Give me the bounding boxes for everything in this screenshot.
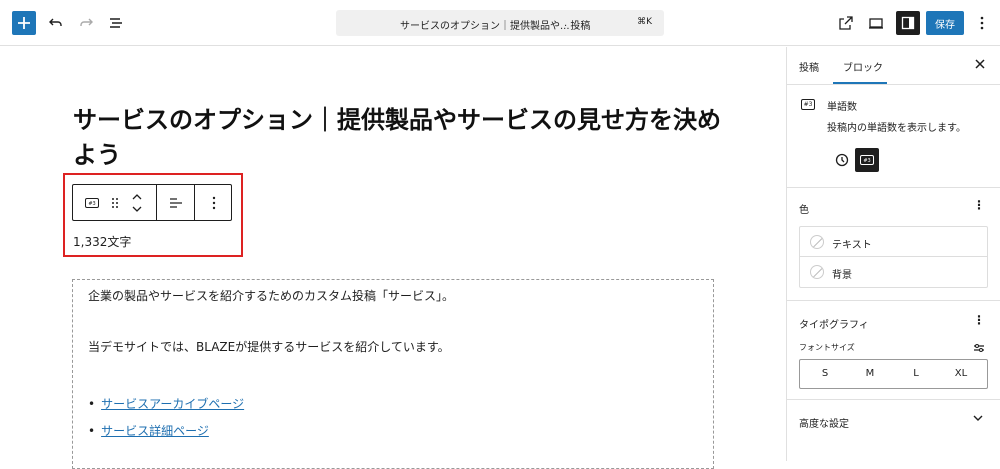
color-text-label: テキスト bbox=[832, 240, 872, 251]
external-link-icon bbox=[839, 16, 853, 30]
bullet-icon: • bbox=[88, 397, 96, 411]
font-size-label: フォントサイズ bbox=[799, 343, 855, 352]
settings-toggle-button[interactable] bbox=[896, 11, 920, 35]
more-vertical-icon bbox=[980, 16, 984, 30]
font-size-m[interactable]: M bbox=[855, 368, 885, 379]
color-text-item[interactable]: テキスト bbox=[800, 227, 987, 257]
advanced-panel[interactable]: 高度な設定 bbox=[787, 400, 1000, 440]
document-type: · 投稿 bbox=[564, 21, 591, 32]
document-overview-button[interactable] bbox=[104, 11, 128, 35]
redo-button[interactable] bbox=[74, 11, 98, 35]
active-tab-indicator bbox=[833, 82, 887, 84]
block-card: #3 単語数 投稿内の単語数を表示します。 #3 bbox=[787, 85, 1000, 188]
settings-sidebar: 投稿 ブロック #3 単語数 投稿内の単語数を表示します。 #3 色 ⋮ テキス… bbox=[786, 47, 1000, 461]
empty-swatch-icon bbox=[810, 265, 824, 279]
drag-handle-icon bbox=[112, 197, 118, 208]
tab-block[interactable]: ブロック bbox=[843, 59, 883, 74]
shortcut-hint: ⌘K bbox=[637, 17, 652, 27]
typography-label: タイポグラフィ bbox=[799, 320, 869, 331]
advanced-label: 高度な設定 bbox=[799, 419, 849, 430]
block-description: 投稿内の単語数を表示します。 bbox=[827, 123, 966, 134]
color-list: テキスト 背景 bbox=[799, 226, 988, 288]
move-up-down-buttons[interactable] bbox=[127, 185, 147, 220]
custom-size-button[interactable] bbox=[973, 339, 985, 358]
settings-sliders-icon bbox=[974, 344, 984, 352]
top-toolbar: サービスのオプション｜提供製品や... · 投稿 ⌘K 保存 bbox=[0, 0, 1000, 46]
editor-canvas: サービスのオプション｜提供製品やサービスの見せ方を決めよう #3 1,332文字… bbox=[0, 47, 786, 469]
color-options-button[interactable]: ⋮ bbox=[973, 198, 985, 212]
word-count-icon: #3 bbox=[860, 155, 874, 165]
tab-post[interactable]: 投稿 bbox=[799, 59, 819, 74]
paragraph-block[interactable]: 当デモサイトでは、BLAZEが提供するサービスを紹介しています。 bbox=[88, 338, 450, 355]
desktop-icon bbox=[869, 18, 883, 29]
svg-text:#3: #3 bbox=[88, 201, 95, 207]
color-label: 色 bbox=[799, 205, 809, 216]
undo-button[interactable] bbox=[44, 11, 68, 35]
bullet-icon: • bbox=[88, 424, 96, 438]
color-background-label: 背景 bbox=[832, 270, 852, 281]
options-menu-button[interactable] bbox=[970, 11, 994, 35]
list-item: • サービス詳細ページ bbox=[88, 422, 209, 439]
add-block-button[interactable] bbox=[12, 11, 36, 35]
typography-panel: タイポグラフィ ⋮ フォントサイズ S M L XL bbox=[787, 301, 1000, 400]
block-options-button[interactable] bbox=[197, 185, 231, 220]
post-title[interactable]: サービスのオプション｜提供製品やサービスの見せ方を決めよう bbox=[73, 103, 723, 173]
drag-handle[interactable] bbox=[107, 185, 123, 220]
font-size-s[interactable]: S bbox=[810, 368, 840, 379]
sidebar-icon bbox=[901, 16, 915, 30]
color-panel: 色 ⋮ テキスト 背景 bbox=[787, 188, 1000, 301]
more-vertical-icon bbox=[212, 196, 216, 209]
sidebar-tabs: 投稿 ブロック bbox=[787, 47, 1000, 85]
empty-swatch-icon bbox=[810, 235, 824, 249]
word-count-block-icon: #3 bbox=[801, 99, 815, 110]
command-palette-bar[interactable]: サービスのオプション｜提供製品や... · 投稿 ⌘K bbox=[336, 10, 664, 36]
clock-icon bbox=[835, 153, 849, 167]
undo-icon bbox=[49, 18, 62, 26]
redo-icon bbox=[80, 18, 93, 26]
paragraph-block[interactable]: 企業の製品やサービスを紹介するためのカスタム投稿「サービス」。 bbox=[88, 287, 454, 304]
chevron-up-down-icon bbox=[132, 193, 142, 212]
block-type-button[interactable]: #3 bbox=[81, 185, 103, 220]
content-group-block[interactable] bbox=[72, 279, 714, 469]
font-size-l[interactable]: L bbox=[901, 368, 931, 379]
list-link[interactable]: サービスアーカイブページ bbox=[101, 397, 244, 411]
word-count-block-icon: #3 bbox=[85, 197, 99, 208]
close-sidebar-button[interactable] bbox=[975, 57, 985, 73]
chevron-down-icon bbox=[973, 414, 983, 425]
svg-text:#3: #3 bbox=[863, 158, 870, 164]
align-button[interactable] bbox=[161, 185, 191, 220]
block-toolbar: #3 bbox=[72, 184, 232, 221]
document-title: サービスのオプション｜提供製品や... bbox=[400, 21, 570, 32]
variation-word-count[interactable]: #3 bbox=[855, 148, 879, 172]
save-button[interactable]: 保存 bbox=[926, 11, 964, 35]
word-count-block[interactable]: 1,332文字 bbox=[73, 233, 131, 250]
close-icon bbox=[975, 59, 985, 69]
block-title: 単語数 bbox=[827, 102, 857, 113]
variation-reading-time[interactable] bbox=[830, 148, 854, 172]
font-size-xl[interactable]: XL bbox=[946, 368, 976, 379]
font-size-picker: S M L XL bbox=[799, 359, 988, 389]
typography-options-button[interactable]: ⋮ bbox=[973, 313, 985, 327]
list-link[interactable]: サービス詳細ページ bbox=[101, 424, 209, 438]
plus-icon bbox=[18, 17, 30, 29]
list-item: • サービスアーカイブページ bbox=[88, 395, 244, 412]
align-left-icon bbox=[170, 197, 182, 208]
color-background-item[interactable]: 背景 bbox=[800, 257, 987, 287]
preview-button[interactable] bbox=[864, 11, 888, 35]
list-view-icon bbox=[110, 18, 122, 28]
view-post-button[interactable] bbox=[834, 11, 858, 35]
